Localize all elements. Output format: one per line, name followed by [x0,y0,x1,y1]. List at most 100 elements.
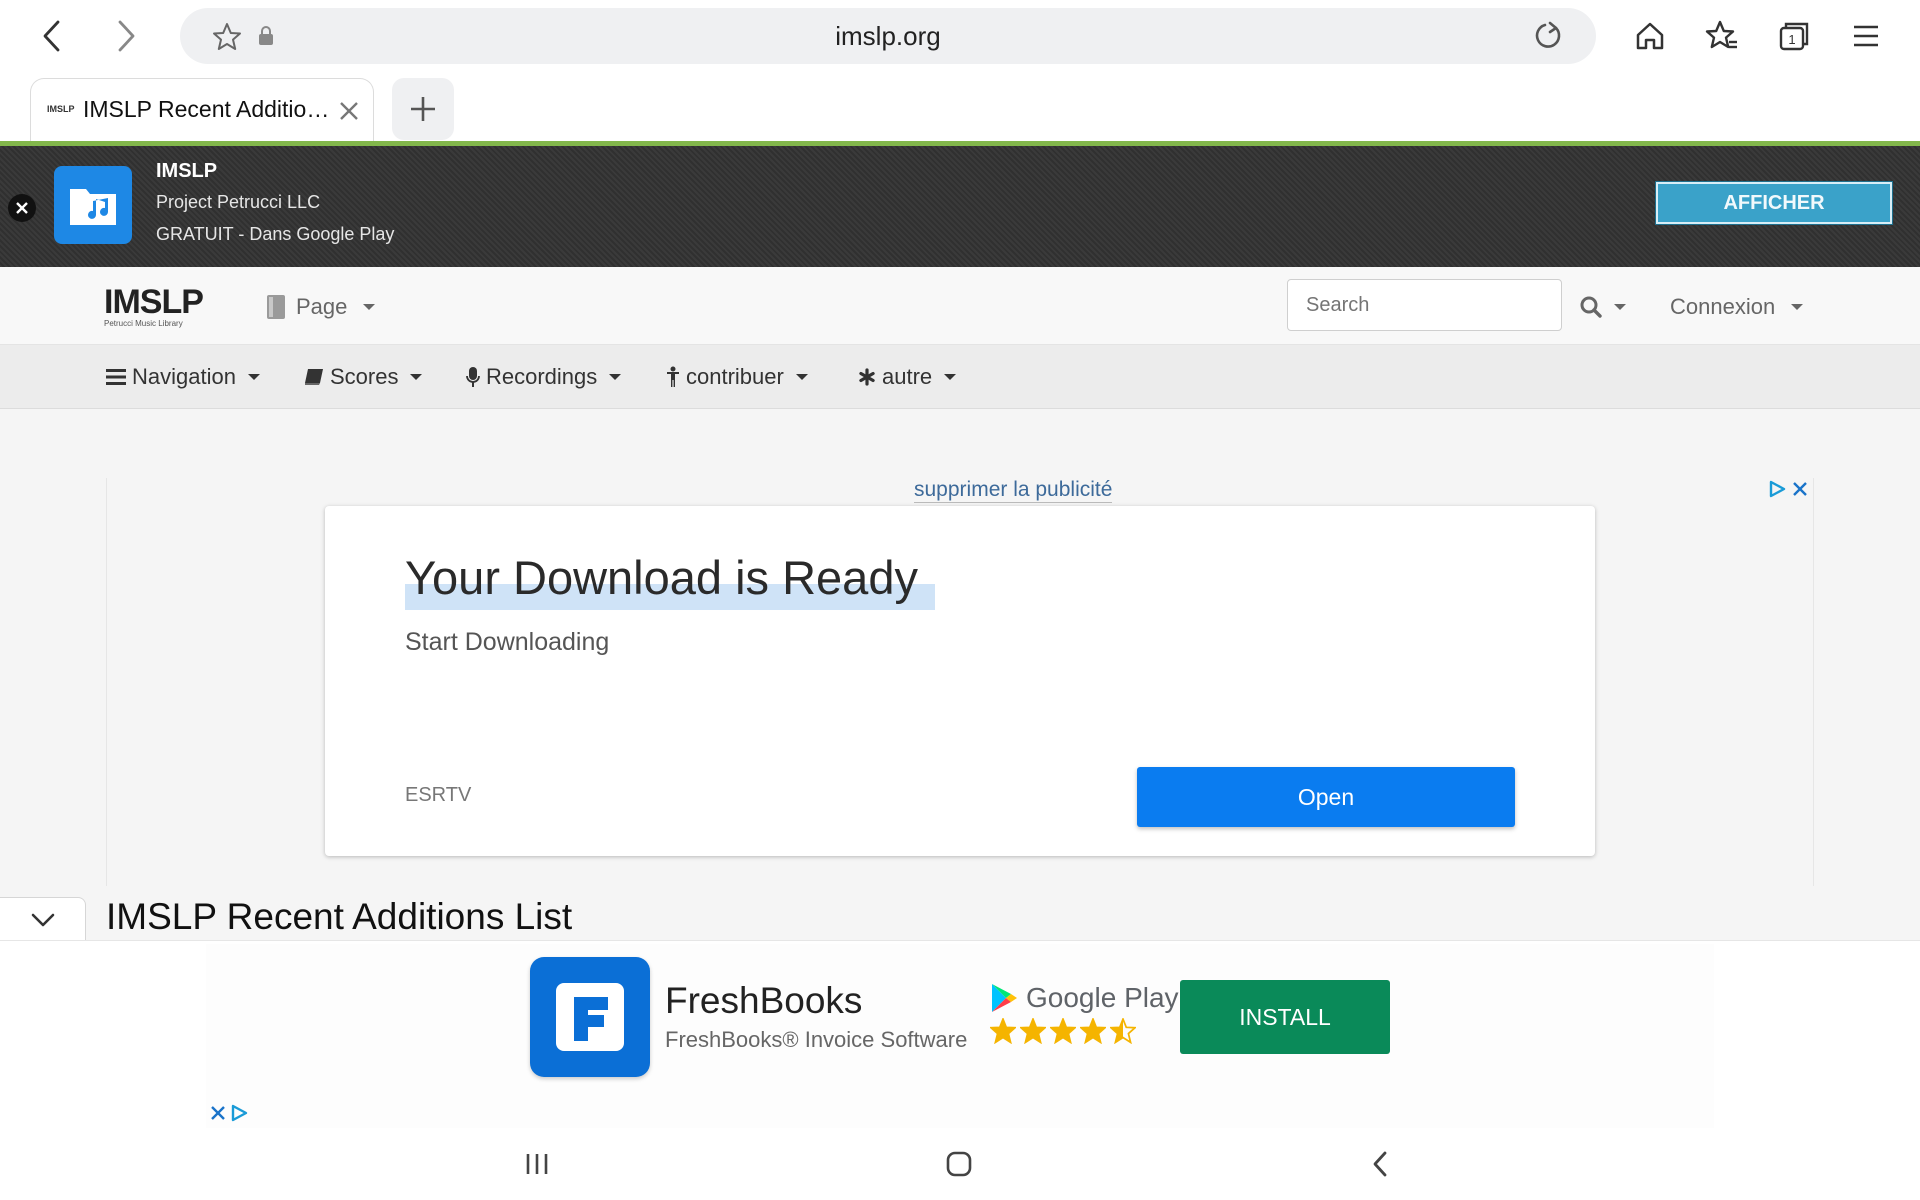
browser-tab-active[interactable]: IMSLP IMSLP Recent Additio… [30,78,374,142]
ad-headline[interactable]: Your Download is Ready [405,550,918,605]
tab-close-button[interactable] [335,97,363,125]
ad-app-name[interactable]: FreshBooks [665,980,862,1022]
back-button[interactable] [28,12,76,60]
browser-toolbar: imslp.org 1 [0,0,1920,72]
star-icon [1050,1018,1076,1044]
imslp-logo[interactable]: IMSLP Petrucci Music Library [104,283,204,328]
star-icon [1080,1018,1106,1044]
url-text[interactable]: imslp.org [180,8,1596,64]
ad-card[interactable]: Your Download is Ready Start Downloading… [325,506,1595,856]
close-icon[interactable] [210,1105,226,1121]
book-icon [305,369,323,385]
login-label: Connexion [1670,294,1776,319]
page-title: IMSLP Recent Additions List [106,896,573,937]
bookmarks-button[interactable] [1698,12,1746,60]
plus-icon [411,97,435,121]
nav-item-navigation[interactable]: Navigation [106,357,260,397]
close-icon[interactable] [1792,481,1808,497]
banner-view-button[interactable]: AFFICHER [1655,181,1893,225]
back-chevron-icon [1373,1151,1387,1177]
nav-item-contribute[interactable]: contribuer [666,357,808,397]
reload-icon[interactable] [1532,20,1564,52]
page-icon [267,295,285,319]
chevron-down-icon [363,304,376,310]
new-tab-button[interactable] [392,78,454,140]
chevron-down-icon [247,374,260,380]
nav-item-label: Navigation [132,364,236,389]
main-nav-bar: Navigation Scores Recordings contribuer … [0,345,1920,409]
tabs-icon: 1 [1779,22,1809,51]
nav-item-label: Recordings [486,364,598,389]
banner-close-button[interactable] [8,194,36,222]
tab-count: 1 [1788,32,1795,47]
forward-button[interactable] [102,12,150,60]
ad-headline-wrap: Your Download is Ready [405,550,935,610]
logo-text: IMSLP [104,283,204,321]
app-install-banner: IMSLP Project Petrucci LLC GRATUIT - Dan… [0,146,1920,267]
page-menu-label: Page [296,294,348,319]
close-icon [16,202,28,214]
google-play-icon [992,984,1017,1012]
collapse-button[interactable] [0,897,86,943]
home-circle-icon [946,1151,972,1177]
system-navigation-bar [0,1128,1920,1200]
freshbooks-logo-icon [556,983,624,1051]
address-bar[interactable]: imslp.org [180,8,1596,64]
remove-ad-link[interactable]: supprimer la publicité [914,478,1113,503]
search-input[interactable] [1287,279,1562,331]
rating-stars [990,1018,1136,1044]
chevron-down-icon [1614,304,1626,310]
nav-item-recordings[interactable]: Recordings [466,357,622,397]
chevron-down-icon [944,374,957,380]
hamburger-menu-icon [1854,25,1878,47]
adchoices-icon[interactable] [230,1104,248,1122]
search-button[interactable] [1580,287,1626,327]
imslp-app-icon [54,166,132,244]
nav-item-scores[interactable]: Scores [304,357,423,397]
menu-button[interactable] [1842,12,1890,60]
install-button[interactable]: INSTALL [1180,980,1390,1054]
freshbooks-app-icon[interactable] [530,957,650,1077]
ad-open-button[interactable]: Open [1137,767,1515,827]
chevron-down-icon [1791,304,1804,310]
chevron-down-icon [410,374,423,380]
asterisk-icon [859,368,875,386]
chevron-down-icon [795,374,808,380]
bookmarks-star-icon [1705,20,1737,49]
close-icon [340,102,358,120]
nav-item-label: autre [882,364,933,389]
search-icon [1580,296,1602,318]
chevron-down-icon [609,374,622,380]
forward-arrow-icon [118,20,135,52]
tabs-button[interactable]: 1 [1770,12,1818,60]
chevron-down-icon [31,913,54,927]
music-folder-icon [70,189,116,225]
home-button[interactable] [1626,12,1674,60]
recent-apps-button[interactable] [519,1146,555,1182]
ad-brand: ESRTV [405,784,472,806]
tab-favicon: IMSLP [47,104,75,114]
system-home-button[interactable] [941,1146,977,1182]
google-play-label: Google Play [1026,982,1179,1013]
ad-subtitle: Start Downloading [405,628,610,656]
banner-price-store: GRATUIT - Dans Google Play [156,224,395,244]
adchoices-bottom[interactable] [210,1104,248,1122]
back-arrow-icon [43,20,60,52]
login-menu[interactable]: Connexion [1670,287,1804,327]
nav-item-label: contribuer [686,364,784,389]
nav-item-label: Scores [330,364,399,389]
ad-app-tagline: FreshBooks® Invoice Software [665,1027,968,1052]
page-menu[interactable]: Page [266,287,376,327]
adchoices-top[interactable] [1768,480,1808,498]
star-icon [1110,1018,1136,1044]
star-icon [990,1018,1016,1044]
tab-title[interactable]: IMSLP Recent Additio… [83,96,329,123]
banner-app-title: IMSLP [156,160,218,182]
system-back-button[interactable] [1362,1146,1398,1182]
microphone-icon [466,367,480,387]
tab-strip: IMSLP IMSLP Recent Additio… [0,72,1920,144]
recent-apps-icon [526,1154,548,1174]
nav-item-other[interactable]: autre [858,357,957,397]
google-play-badge: Google Play [990,982,1179,1014]
adchoices-icon[interactable] [1768,480,1786,498]
